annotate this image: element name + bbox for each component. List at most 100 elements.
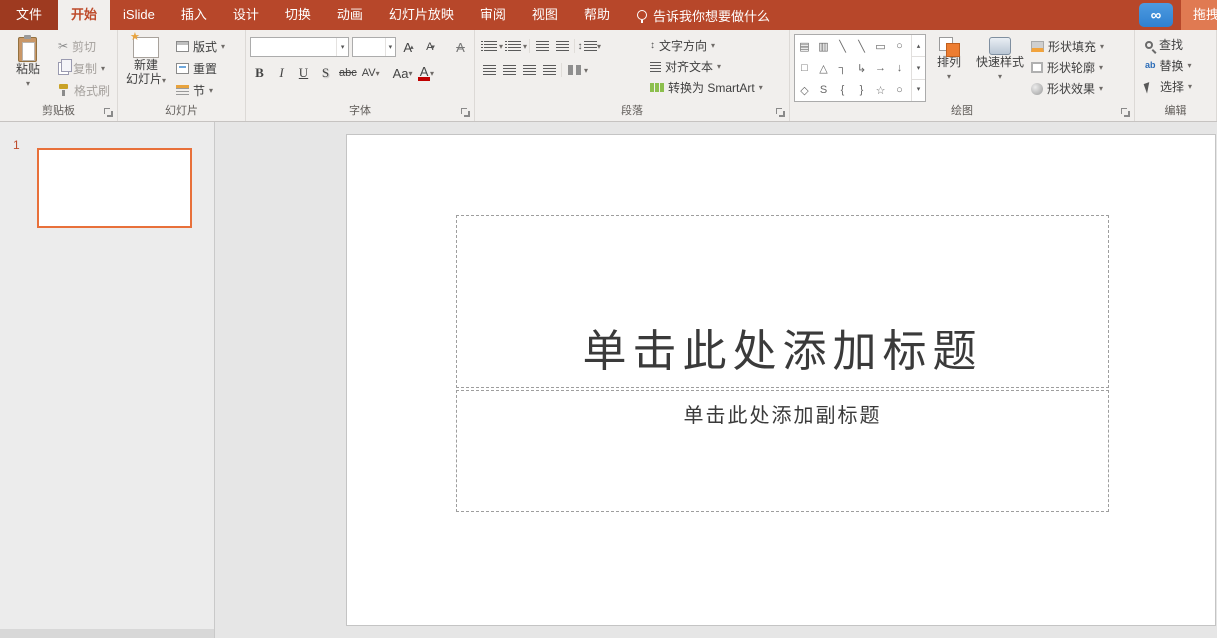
shape-arrow-line[interactable]: ╲ <box>852 35 871 57</box>
arrange-label: 排列 <box>937 55 961 69</box>
cut-button[interactable]: ✂ 剪切 <box>55 35 113 57</box>
shape-outline-button[interactable]: 形状轮廓 ▾ <box>1031 57 1104 78</box>
columns-dropdown-icon[interactable]: ▾ <box>584 66 588 75</box>
justify-button[interactable] <box>539 60 559 80</box>
shape-elbow-connector[interactable]: ┐ <box>833 57 852 79</box>
tab-help[interactable]: 帮助 <box>571 0 623 30</box>
shape-curve[interactable]: S <box>814 79 833 101</box>
clipboard-dialog-launcher[interactable] <box>104 108 114 118</box>
reset-button[interactable]: 重置 <box>173 57 228 79</box>
font-size-input[interactable] <box>353 38 384 56</box>
shape-textbox[interactable]: ▤ <box>795 35 814 57</box>
drawing-dialog-launcher[interactable] <box>1121 108 1131 118</box>
section-button[interactable]: 节 ▾ <box>173 79 228 101</box>
shape-fill-button[interactable]: 形状填充 ▾ <box>1031 36 1104 57</box>
tab-animations[interactable]: 动画 <box>324 0 376 30</box>
underline-button[interactable]: U <box>294 63 313 83</box>
islide-plugin-icon[interactable]: ∞ <box>1139 3 1173 27</box>
layout-button[interactable]: 版式 ▾ <box>173 35 228 57</box>
font-size-combo[interactable]: ▾ <box>352 37 396 57</box>
slide-canvas[interactable]: 单击此处添加标题 单击此处添加副标题 <box>347 135 1215 625</box>
shape-right-brace[interactable]: } <box>852 79 871 101</box>
font-name-dropdown-icon[interactable]: ▾ <box>336 38 348 56</box>
shrink-font-button[interactable]: A▾ <box>421 37 440 57</box>
thumbnail-panel-scrollbar[interactable] <box>0 629 214 638</box>
replace-label: 替换 <box>1160 57 1184 74</box>
convert-smartart-button[interactable]: 转换为 SmartArt ▾ <box>650 77 763 98</box>
shapes-scroll-up[interactable]: ▴ <box>912 35 925 57</box>
layout-dropdown-icon: ▾ <box>221 42 225 51</box>
align-center-button[interactable] <box>499 60 519 80</box>
shape-rectangle[interactable]: ▭ <box>871 35 890 57</box>
shape-left-brace[interactable]: { <box>833 79 852 101</box>
shape-vertical-textbox[interactable]: ▥ <box>814 35 833 57</box>
smartart-label: 转换为 SmartArt <box>668 79 755 96</box>
font-name-combo[interactable]: ▾ <box>250 37 349 57</box>
shape-diamond[interactable]: ◇ <box>795 79 814 101</box>
change-case-button[interactable]: Aa▾ <box>392 63 414 83</box>
tab-home[interactable]: 开始 <box>58 0 110 30</box>
decrease-indent-button[interactable] <box>532 36 552 56</box>
drag-handle-chip[interactable]: 拖拽 <box>1181 0 1217 30</box>
new-slide-button[interactable]: 新建 幻灯片▾ <box>122 34 170 104</box>
shape-right-arrow[interactable]: → <box>871 57 890 79</box>
align-left-button[interactable] <box>479 60 499 80</box>
bullets-button[interactable] <box>479 36 499 56</box>
shape-down-arrow[interactable]: ↓ <box>890 57 909 79</box>
select-button[interactable]: 选择 ▾ <box>1145 76 1212 97</box>
shape-rounded-rectangle[interactable]: □ <box>795 57 814 79</box>
menu-bar: 文件 开始 iSlide 插入 设计 切换 动画 幻灯片放映 审阅 视图 帮助 … <box>0 0 1217 30</box>
clear-formatting-button[interactable]: A <box>451 37 470 57</box>
line-spacing-dropdown-icon[interactable]: ▾ <box>597 42 601 51</box>
font-color-button[interactable]: A ▾ <box>417 63 436 83</box>
format-painter-button[interactable]: 格式刷 <box>55 79 113 101</box>
tab-islide[interactable]: iSlide <box>110 0 168 30</box>
paragraph-dialog-launcher[interactable] <box>776 108 786 118</box>
font-size-dropdown-icon[interactable]: ▾ <box>385 38 395 56</box>
strikethrough-button[interactable]: abc <box>338 63 358 83</box>
tab-view[interactable]: 视图 <box>519 0 571 30</box>
find-button[interactable]: 查找 <box>1145 34 1212 55</box>
tab-review[interactable]: 审阅 <box>467 0 519 30</box>
italic-button[interactable]: I <box>272 63 291 83</box>
subtitle-placeholder[interactable]: 单击此处添加副标题 <box>456 390 1109 512</box>
shape-circle[interactable]: ○ <box>890 79 909 101</box>
shape-line[interactable]: ╲ <box>833 35 852 57</box>
bold-button[interactable]: B <box>250 63 269 83</box>
reset-icon <box>176 63 189 74</box>
arrange-button[interactable]: 排列 ▾ <box>929 34 969 104</box>
slide-thumbnail-1[interactable] <box>37 148 192 228</box>
paste-button[interactable]: 粘贴 ▾ <box>4 34 52 104</box>
quick-styles-button[interactable]: 快速样式 ▾ <box>972 34 1028 104</box>
tab-slideshow[interactable]: 幻灯片放映 <box>376 0 467 30</box>
tab-insert[interactable]: 插入 <box>168 0 220 30</box>
font-name-input[interactable] <box>251 38 336 56</box>
align-text-button[interactable]: 对齐文本 ▾ <box>650 56 763 77</box>
copy-button[interactable]: 复制 ▾ <box>55 57 113 79</box>
align-right-button[interactable] <box>519 60 539 80</box>
shapes-scroll-down[interactable]: ▾ <box>912 57 925 79</box>
ribbon-group-font: ▾ ▾ A▴ A▾ A <box>246 30 475 121</box>
tab-transitions[interactable]: 切换 <box>272 0 324 30</box>
shape-elbow-arrow[interactable]: ↳ <box>852 57 871 79</box>
tab-file[interactable]: 文件 <box>0 0 58 30</box>
shape-oval[interactable]: ○ <box>890 35 909 57</box>
numbering-dropdown-icon[interactable]: ▾ <box>523 42 527 51</box>
tab-design[interactable]: 设计 <box>220 0 272 30</box>
shape-triangle[interactable]: △ <box>814 57 833 79</box>
line-spacing-button[interactable]: ↕ <box>577 36 597 56</box>
title-placeholder[interactable]: 单击此处添加标题 <box>456 215 1109 388</box>
replace-button[interactable]: ab 替换 ▾ <box>1145 55 1212 76</box>
text-direction-button[interactable]: ↕ 文字方向 ▾ <box>650 35 763 56</box>
character-spacing-button[interactable]: AV▾ <box>361 63 381 83</box>
grow-font-button[interactable]: A▴ <box>399 37 418 57</box>
numbering-button[interactable] <box>503 36 523 56</box>
increase-indent-button[interactable] <box>552 36 572 56</box>
tell-me-box[interactable]: 告诉我你想要做什么 <box>627 0 780 30</box>
shapes-more-button[interactable]: ▾ <box>912 80 925 101</box>
shape-effects-button[interactable]: 形状效果 ▾ <box>1031 78 1104 99</box>
columns-button[interactable] <box>564 60 584 80</box>
font-dialog-launcher[interactable] <box>461 108 471 118</box>
shape-star[interactable]: ☆ <box>871 79 890 101</box>
text-shadow-button[interactable]: S <box>316 63 335 83</box>
